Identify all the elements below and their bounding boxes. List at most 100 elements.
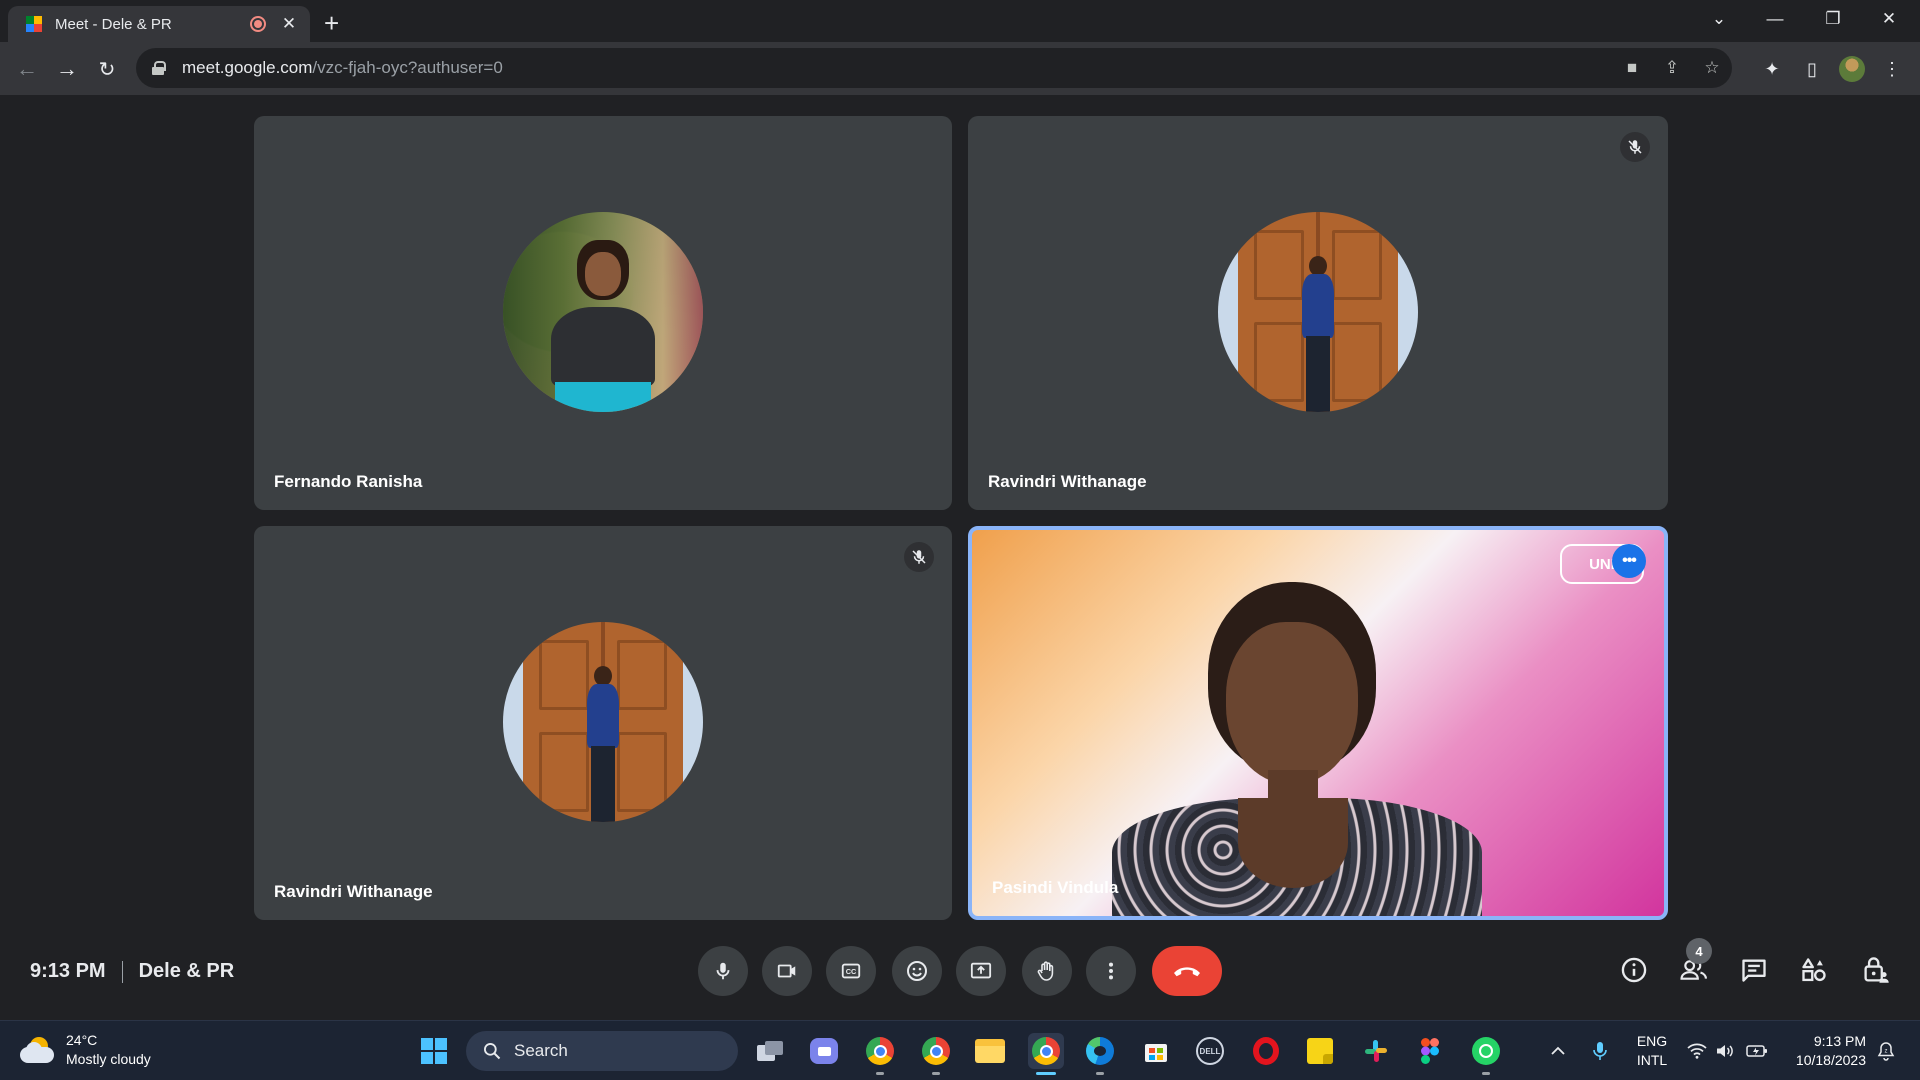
vertical-dots-icon <box>1108 962 1114 980</box>
minimize-button[interactable]: — <box>1752 4 1798 34</box>
sticky-notes-icon[interactable] <box>1302 1033 1338 1069</box>
camera-button[interactable] <box>762 946 812 996</box>
participant-name: Ravindri Withanage <box>988 472 1147 491</box>
weather-widget[interactable]: 24°C Mostly cloudy <box>20 1031 151 1069</box>
participant-avatar <box>1218 212 1418 412</box>
emoji-icon <box>907 961 927 981</box>
browser-tab-strip: Meet - Dele & PR ✕ + ⌄ — ❐ ✕ <box>0 0 1920 42</box>
notifications-bell-icon[interactable]: z <box>1872 1033 1900 1069</box>
reactions-button[interactable] <box>892 946 942 996</box>
extensions-icon[interactable]: ✦ <box>1756 54 1788 84</box>
participant-count-badge: 4 <box>1686 938 1712 964</box>
participant-avatar <box>503 212 703 412</box>
svg-text:CC: CC <box>846 967 857 976</box>
dell-icon[interactable]: DELL <box>1192 1033 1228 1069</box>
activities-button[interactable] <box>1794 950 1834 990</box>
address-bar[interactable]: meet.google.com/vzc-fjah-oyc?authuser=0 … <box>136 48 1732 88</box>
meeting-time: 9:13 PM <box>30 960 106 982</box>
captions-button[interactable]: CC <box>826 946 876 996</box>
lock-person-icon <box>1864 957 1889 983</box>
battery-icon[interactable] <box>1744 1033 1770 1069</box>
side-panel-icon[interactable]: ▯ <box>1796 54 1828 84</box>
mic-icon <box>716 962 730 980</box>
browser-tab-meet[interactable]: Meet - Dele & PR ✕ <box>8 6 310 42</box>
meeting-details-button[interactable] <box>1614 950 1654 990</box>
muted-mic-icon <box>904 542 934 572</box>
show-hidden-icons-chevron-icon[interactable] <box>1544 1033 1572 1069</box>
weather-description: Mostly cloudy <box>66 1051 151 1067</box>
windows-taskbar: 24°C Mostly cloudy Search DELL ENG INTL … <box>0 1020 1920 1080</box>
teams-chat-icon[interactable] <box>806 1033 842 1069</box>
muted-mic-icon <box>1620 132 1650 162</box>
slack-icon[interactable] <box>1358 1033 1394 1069</box>
share-icon[interactable]: ⇪ <box>1652 58 1692 78</box>
participant-name: Fernando Ranisha <box>274 472 423 491</box>
participant-tile[interactable]: Ravindri Withanage <box>968 116 1668 510</box>
volume-icon[interactable] <box>1712 1033 1738 1069</box>
lock-icon[interactable] <box>152 61 166 75</box>
input-language-indicator[interactable]: ENG INTL <box>1632 1032 1672 1070</box>
hand-icon <box>1037 961 1054 981</box>
camera-in-use-icon[interactable]: ■ <box>1612 58 1652 78</box>
chat-button[interactable] <box>1734 950 1774 990</box>
back-button[interactable]: ← <box>12 54 42 84</box>
file-explorer-icon[interactable] <box>972 1033 1008 1069</box>
system-clock[interactable]: 9:13 PM 10/18/2023 <box>1782 1032 1866 1070</box>
microphone-button[interactable] <box>698 946 748 996</box>
info-icon <box>1621 957 1647 983</box>
google-meet-icon <box>26 15 43 33</box>
browser-menu-icon[interactable]: ⋮ <box>1876 54 1908 84</box>
chrome-profile-icon[interactable] <box>918 1033 954 1075</box>
leave-call-button[interactable] <box>1152 946 1222 996</box>
chat-icon <box>1742 959 1766 982</box>
tab-title: Meet - Dele & PR <box>55 15 172 33</box>
participant-video <box>972 530 1664 916</box>
camera-icon <box>777 964 796 978</box>
participant-tile[interactable]: Fernando Ranisha <box>254 116 952 510</box>
meet-stage: Fernando Ranisha Ravindri Withanage Ravi… <box>0 96 1920 1020</box>
restore-button[interactable]: ❐ <box>1810 4 1856 34</box>
chrome-active-icon[interactable] <box>1028 1033 1064 1075</box>
windows-logo-icon <box>421 1038 447 1064</box>
new-tab-button[interactable]: + <box>324 8 339 39</box>
url-text: meet.google.com/vzc-fjah-oyc?authuser=0 <box>182 58 503 77</box>
host-controls-button[interactable] <box>1856 950 1896 990</box>
raise-hand-button[interactable] <box>1022 946 1072 996</box>
participant-name: Ravindri Withanage <box>274 882 433 901</box>
participant-tile[interactable]: Ravindri Withanage <box>254 526 952 920</box>
forward-button[interactable]: → <box>52 54 82 84</box>
participant-tile-active-speaker[interactable]: UNI ••• Pasindi Vindula <box>968 526 1668 920</box>
taskbar-search[interactable]: Search <box>466 1031 738 1071</box>
microsoft-store-icon[interactable] <box>1138 1033 1174 1069</box>
participant-name: Pasindi Vindula <box>992 878 1119 897</box>
close-window-button[interactable]: ✕ <box>1866 4 1912 34</box>
figma-icon[interactable] <box>1412 1033 1448 1069</box>
closed-captions-icon: CC <box>841 963 861 979</box>
bookmark-star-icon[interactable]: ☆ <box>1692 58 1732 78</box>
start-button[interactable] <box>416 1033 452 1069</box>
hang-up-icon <box>1174 967 1200 977</box>
task-view-icon[interactable] <box>752 1033 788 1069</box>
cloudy-weather-icon <box>20 1037 54 1063</box>
participant-avatar <box>503 622 703 822</box>
meeting-info: 9:13 PM Dele & PR <box>30 960 234 983</box>
meet-control-bar: 9:13 PM Dele & PR CC 4 <box>0 938 1920 1020</box>
microphone-in-use-icon[interactable] <box>1586 1033 1614 1069</box>
search-icon <box>484 1043 501 1060</box>
profile-avatar[interactable] <box>1836 54 1868 84</box>
present-icon <box>970 962 992 979</box>
opera-icon[interactable] <box>1248 1033 1284 1069</box>
wifi-icon[interactable] <box>1684 1033 1710 1069</box>
whatsapp-icon[interactable] <box>1468 1033 1504 1075</box>
weather-temperature: 24°C <box>66 1032 98 1048</box>
edge-icon[interactable] <box>1082 1033 1118 1075</box>
close-tab-icon[interactable]: ✕ <box>280 14 298 34</box>
chrome-icon[interactable] <box>862 1033 898 1075</box>
present-screen-button[interactable] <box>956 946 1006 996</box>
people-button[interactable]: 4 <box>1674 938 1714 990</box>
meeting-name: Dele & PR <box>138 960 235 982</box>
reload-button[interactable]: ↻ <box>92 54 122 84</box>
more-options-button[interactable] <box>1086 946 1136 996</box>
recording-indicator-icon <box>250 16 266 32</box>
tab-search-icon[interactable]: ⌄ <box>1696 4 1742 34</box>
